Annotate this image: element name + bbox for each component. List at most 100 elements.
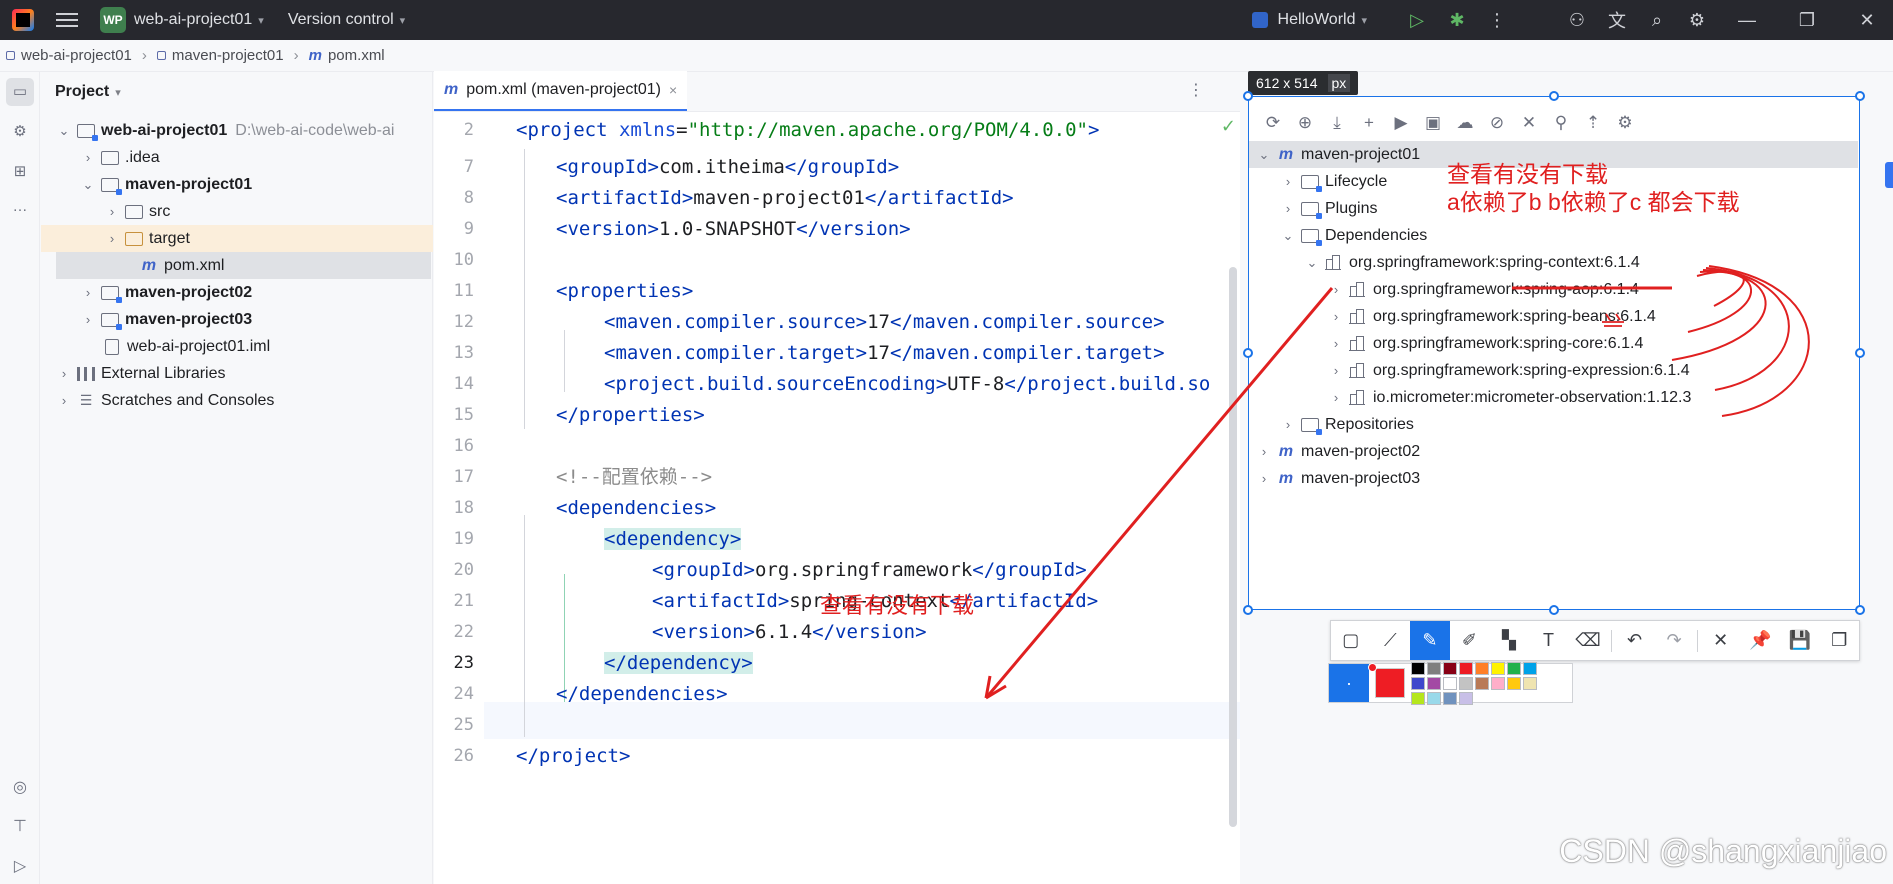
- eraser-tool-icon[interactable]: ⌫: [1568, 621, 1608, 660]
- breadcrumb-item[interactable]: maven-project01: [156, 47, 284, 64]
- maven-tree-item-project02[interactable]: › m maven-project02: [1257, 438, 1420, 465]
- resize-handle[interactable]: [1855, 348, 1865, 358]
- translate-icon[interactable]: 文: [1597, 7, 1637, 33]
- tree-item-idea[interactable]: › .idea: [41, 144, 433, 171]
- search-icon[interactable]: ⌕: [1637, 10, 1677, 31]
- restore-icon[interactable]: ❐: [1787, 10, 1827, 31]
- plus-icon[interactable]: +: [1353, 113, 1385, 133]
- more-tabs-icon[interactable]: ⋮: [1188, 80, 1204, 100]
- folder-icon[interactable]: ▭: [10, 82, 30, 102]
- maven-tree-item-repositories[interactable]: › Repositories: [1281, 411, 1414, 438]
- resize-handle[interactable]: [1855, 91, 1865, 101]
- maven-tree-item-dependency[interactable]: › io.micrometer:micrometer-observation:1…: [1329, 384, 1692, 411]
- structure-icon[interactable]: ⊞: [10, 162, 30, 182]
- color-swatch[interactable]: [1459, 661, 1473, 675]
- analyze-icon[interactable]: ⚲: [1545, 113, 1577, 133]
- skip-tests-icon[interactable]: ⊘: [1481, 113, 1513, 133]
- code-area[interactable]: <project xmlns="http://maven.apache.org/…: [434, 112, 1240, 884]
- color-swatch[interactable]: [1459, 691, 1473, 705]
- resize-handle[interactable]: [1243, 605, 1253, 615]
- close-icon[interactable]: ✕: [1847, 10, 1887, 31]
- color-swatch[interactable]: [1427, 676, 1441, 690]
- color-swatch[interactable]: [1411, 676, 1425, 690]
- maven-tree-item-dependency[interactable]: › org.springframework:spring-expression:…: [1329, 357, 1690, 384]
- maven-tree-item-dependency[interactable]: › org.springframework:spring-aop:6.1.4: [1329, 276, 1639, 303]
- build-icon[interactable]: ⊤: [10, 816, 30, 836]
- add-user-icon[interactable]: ⚇: [1557, 10, 1597, 31]
- current-color-swatch[interactable]: [1368, 663, 1405, 698]
- run-icon[interactable]: ▷: [1397, 10, 1437, 31]
- copy-icon[interactable]: ❐: [1820, 621, 1860, 660]
- color-swatch[interactable]: [1411, 691, 1425, 705]
- tree-item-maven-project01[interactable]: ⌄ maven-project01: [41, 171, 433, 198]
- tab-pom-xml[interactable]: m pom.xml (maven-project01) ×: [434, 71, 688, 111]
- run-tool-icon[interactable]: ▷: [10, 856, 30, 876]
- tree-item-maven-project03[interactable]: › maven-project03: [41, 306, 433, 333]
- color-swatch[interactable]: [1523, 661, 1537, 675]
- color-swatch[interactable]: [1475, 661, 1489, 675]
- color-swatch[interactable]: [1491, 676, 1505, 690]
- more-tools-icon[interactable]: …: [10, 198, 30, 218]
- color-swatch[interactable]: [1443, 676, 1457, 690]
- resize-handle[interactable]: [1243, 348, 1253, 358]
- editor-scrollbar[interactable]: [1229, 267, 1237, 827]
- offline-icon[interactable]: ☁: [1449, 113, 1481, 133]
- mosaic-tool-icon[interactable]: ▚: [1489, 621, 1529, 660]
- maven-tree-item-dependencies[interactable]: ⌄ Dependencies: [1281, 222, 1427, 249]
- pen-tool-icon[interactable]: ✎: [1410, 621, 1450, 660]
- execute-goal-icon[interactable]: ▣: [1417, 113, 1449, 133]
- undo-icon[interactable]: ↶: [1615, 621, 1655, 660]
- tree-item-target[interactable]: › target: [41, 225, 433, 252]
- maven-tool-active-indicator[interactable]: [1885, 162, 1893, 188]
- more-actions-icon[interactable]: ⋮: [1477, 10, 1517, 31]
- settings-icon[interactable]: ⚙: [1609, 113, 1641, 133]
- color-swatch[interactable]: [1523, 676, 1537, 690]
- rectangle-tool-icon[interactable]: ▢: [1331, 621, 1371, 660]
- project-panel-header[interactable]: Project ▾: [41, 72, 432, 112]
- color-swatch[interactable]: [1443, 691, 1457, 705]
- settings-icon[interactable]: ⚙: [1677, 10, 1717, 31]
- tree-item-pom[interactable]: m pom.xml: [56, 252, 431, 279]
- download-icon[interactable]: ⤓: [1321, 113, 1353, 133]
- save-icon[interactable]: 💾: [1780, 621, 1820, 660]
- maven-tree-item-project03[interactable]: › m maven-project03: [1257, 465, 1420, 492]
- color-swatch[interactable]: [1443, 661, 1457, 675]
- color-swatch[interactable]: [1411, 661, 1425, 675]
- line-tool-icon[interactable]: ⟋: [1371, 621, 1411, 660]
- maven-tree-item-dependency[interactable]: › org.springframework:spring-beans:6.1.4: [1329, 303, 1656, 330]
- color-swatch[interactable]: [1507, 661, 1521, 675]
- tree-item-maven-project02[interactable]: › maven-project02: [41, 279, 433, 306]
- maven-tree-item-dependency[interactable]: › org.springframework:spring-core:6.1.4: [1329, 330, 1644, 357]
- cancel-icon[interactable]: ✕: [1701, 621, 1741, 660]
- tree-item-src[interactable]: › src: [41, 198, 433, 225]
- show-dependencies-icon[interactable]: ⇡: [1577, 113, 1609, 133]
- resize-handle[interactable]: [1243, 91, 1253, 101]
- text-tool-icon[interactable]: T: [1529, 621, 1569, 660]
- close-tab-icon[interactable]: ×: [669, 82, 677, 98]
- breadcrumb-item[interactable]: web-ai-project01: [6, 47, 132, 64]
- maven-tree-item-dependency[interactable]: ⌄ org.springframework:spring-context:6.1…: [1305, 249, 1640, 276]
- run-icon[interactable]: ▶: [1385, 113, 1417, 133]
- tree-item-external-libraries[interactable]: › External Libraries: [41, 360, 433, 387]
- breadcrumb-item[interactable]: m pom.xml: [309, 47, 385, 64]
- color-swatch[interactable]: [1475, 676, 1489, 690]
- debug-icon[interactable]: ✱: [1437, 10, 1477, 31]
- tree-item-iml[interactable]: web-ai-project01.iml: [41, 333, 433, 360]
- pin-icon[interactable]: 📌: [1740, 621, 1780, 660]
- project-switcher[interactable]: web-ai-project01: [134, 11, 252, 29]
- plugins-icon[interactable]: ⚙: [10, 122, 30, 142]
- maven-tree-item-plugins[interactable]: › Plugins: [1281, 195, 1377, 222]
- resize-handle[interactable]: [1855, 605, 1865, 615]
- vcs-menu[interactable]: Version control: [288, 11, 394, 29]
- resize-handle[interactable]: [1549, 605, 1559, 615]
- redo-icon[interactable]: ↷: [1654, 621, 1694, 660]
- resize-handle[interactable]: [1549, 91, 1559, 101]
- color-swatch[interactable]: [1507, 676, 1521, 690]
- color-swatch[interactable]: [1459, 676, 1473, 690]
- maven-tree-item-lifecycle[interactable]: › Lifecycle: [1281, 168, 1387, 195]
- marker-tool-icon[interactable]: ✐: [1450, 621, 1490, 660]
- color-swatch[interactable]: [1491, 661, 1505, 675]
- run-config-selector[interactable]: HelloWorld ▾: [1251, 11, 1367, 29]
- tree-item-root[interactable]: ⌄ web-ai-project01 D:\web-ai-code\web-ai: [41, 117, 433, 144]
- reload-icon[interactable]: ⟳: [1257, 113, 1289, 133]
